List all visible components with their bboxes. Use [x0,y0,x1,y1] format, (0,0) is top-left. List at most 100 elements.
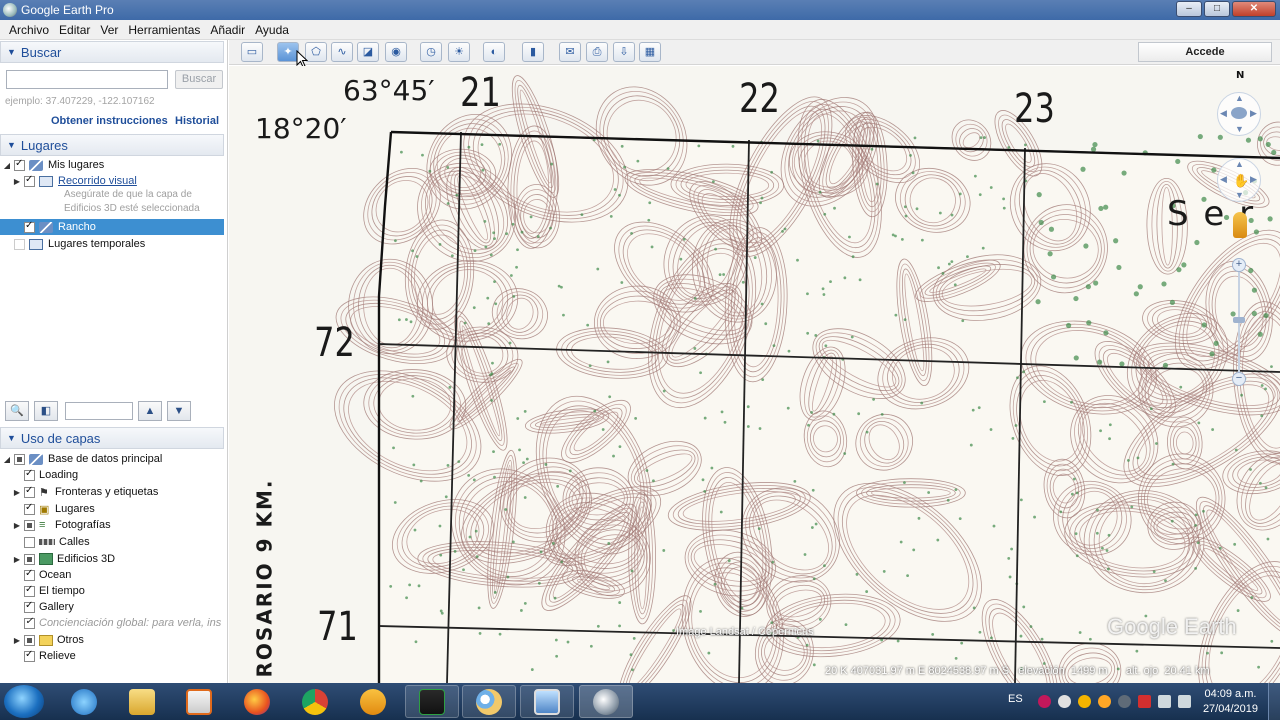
taskbar-paint[interactable] [462,685,516,718]
checkbox[interactable] [24,568,35,581]
add-path-icon[interactable]: ∿ [331,42,353,62]
clock[interactable]: 04:09 a.m. 27/04/2019 [1203,687,1258,717]
layer-primary-database[interactable]: ◢ Base de datos principal [2,451,162,467]
ruler-icon[interactable]: ▮ [522,42,544,62]
checkbox[interactable] [14,238,25,250]
tray-app-icon[interactable] [1098,695,1111,708]
street-view-pegman-icon[interactable] [1233,212,1247,238]
arrow-down-icon[interactable]: ▼ [1235,190,1244,200]
sidebar-toggle-icon[interactable]: ▭ [241,42,263,62]
zoom-out-button[interactable]: − [1232,372,1246,386]
save-image-icon[interactable]: ⇩ [613,42,635,62]
historical-imagery-icon[interactable]: ◷ [420,42,442,62]
view-in-maps-icon[interactable]: ▦ [639,42,661,62]
checkbox[interactable] [24,649,35,662]
layer-photos[interactable]: ▶ ≡ Fotografías [12,517,111,533]
checkbox[interactable] [24,519,35,531]
tray-app-icon[interactable] [1078,695,1091,708]
planets-icon[interactable]: ◐ [483,42,505,62]
taskbar-image-viewer[interactable] [520,685,574,718]
layer-weather[interactable]: El tiempo [22,583,85,599]
map-view[interactable]: 63°45′ 21 18°20′ 22 23 72 71 ROSARIO 9 K… [229,66,1280,683]
layer-roads[interactable]: Calles [22,534,90,550]
layer-3d-buildings[interactable]: ▶ Edificios 3D [12,551,115,567]
move-joystick[interactable]: ▲ ▼ ◀ ▶ ✋ [1217,158,1261,202]
places-panel-header[interactable]: ▼ Lugares [0,134,224,156]
tray-app-icon[interactable] [1058,695,1071,708]
show-desktop-button[interactable] [1268,683,1280,720]
taskbar-chrome[interactable] [288,685,342,718]
sign-in-button[interactable]: Accede [1138,42,1272,62]
add-polygon-icon[interactable]: ⬠ [305,42,327,62]
layer-terrain[interactable]: Relieve [22,648,76,664]
expand-triangle-icon[interactable]: ▶ [12,488,22,497]
tree-item-label[interactable]: Recorrido visual [58,175,137,187]
expand-triangle-icon[interactable]: ◢ [2,455,12,464]
layer-borders[interactable]: ▶ ⚑ Fronteras y etiquetas [12,484,158,500]
taskbar-internet-explorer[interactable] [57,685,111,718]
close-button[interactable]: ✕ [1232,1,1276,17]
volume-icon[interactable] [1158,695,1171,708]
zoom-in-button[interactable]: + [1232,258,1246,272]
places-filter-input[interactable] [65,402,133,420]
directions-link[interactable]: Obtener instrucciones [51,115,168,127]
checkbox[interactable] [24,536,35,548]
search-panel-header[interactable]: ▼ Buscar [0,41,224,63]
expand-triangle-icon[interactable]: ▶ [12,177,22,186]
zoom-slider[interactable] [1238,272,1240,384]
checkbox[interactable] [14,453,25,465]
checkbox[interactable] [24,553,35,565]
arrow-right-icon[interactable]: ▶ [1250,174,1257,185]
add-image-overlay-icon[interactable]: ◪ [357,42,379,62]
taskbar-app[interactable] [346,685,400,718]
network-icon[interactable] [1178,695,1191,708]
menu-ayuda[interactable]: Ayuda [250,23,294,37]
tree-item-temporary-places[interactable]: Lugares temporales [12,236,145,252]
search-input[interactable] [6,70,168,89]
taskbar-file-explorer[interactable] [115,685,169,718]
expand-triangle-icon[interactable]: ◢ [2,161,12,170]
layer-global-awareness[interactable]: Concienciación global: para verla, ins [22,615,221,631]
language-indicator[interactable]: ES [1008,693,1023,705]
zoom-slider-thumb[interactable] [1233,317,1245,323]
tree-item-tour[interactable]: ▶ Recorrido visual [12,173,137,189]
layers-panel-header[interactable]: ▼ Uso de capas [0,427,224,449]
checkbox[interactable] [24,174,35,187]
topographic-map-overlay[interactable] [229,66,1280,683]
checkbox[interactable] [14,158,25,171]
move-down-icon[interactable]: ▼ [167,401,191,421]
checkbox[interactable] [24,468,35,481]
checkbox[interactable] [24,485,35,498]
look-joystick[interactable]: ▲ ▼ ◀ ▶ [1217,92,1261,136]
taskbar-media-player[interactable] [172,685,226,718]
layer-gallery[interactable]: Gallery [22,599,74,615]
arrow-left-icon[interactable]: ◀ [1220,174,1227,185]
taskbar-app-open[interactable] [405,685,459,718]
checkbox[interactable] [24,220,35,233]
menu-herramientas[interactable]: Herramientas [123,23,205,37]
checkbox[interactable] [24,600,35,613]
menu-anadir[interactable]: Añadir [205,23,250,37]
print-icon[interactable]: ⎙ [586,42,608,62]
taskbar-firefox[interactable] [230,685,284,718]
layer-ocean[interactable]: Ocean [22,567,71,583]
move-up-icon[interactable]: ▲ [138,401,162,421]
menu-archivo[interactable]: Archivo [0,23,54,37]
email-icon[interactable]: ✉ [559,42,581,62]
history-link[interactable]: Historial [175,115,219,127]
panel-toggle-icon[interactable]: ◧ [34,401,58,421]
maximize-button[interactable]: □ [1204,1,1230,17]
arrow-right-icon[interactable]: ▶ [1250,108,1257,119]
checkbox[interactable] [24,502,35,515]
arrow-up-icon[interactable]: ▲ [1235,93,1244,103]
sunlight-icon[interactable]: ☀ [448,42,470,62]
tray-app-icon[interactable] [1038,695,1051,708]
search-icon[interactable]: 🔍 [5,401,29,421]
layer-loading[interactable]: Loading [22,467,78,483]
expand-triangle-icon[interactable]: ▶ [12,555,22,564]
record-tour-icon[interactable]: ◉ [385,42,407,62]
arrow-left-icon[interactable]: ◀ [1220,108,1227,119]
taskbar-google-earth[interactable] [579,685,633,718]
layer-others[interactable]: ▶ Otros [12,632,84,648]
checkbox[interactable] [24,584,35,597]
